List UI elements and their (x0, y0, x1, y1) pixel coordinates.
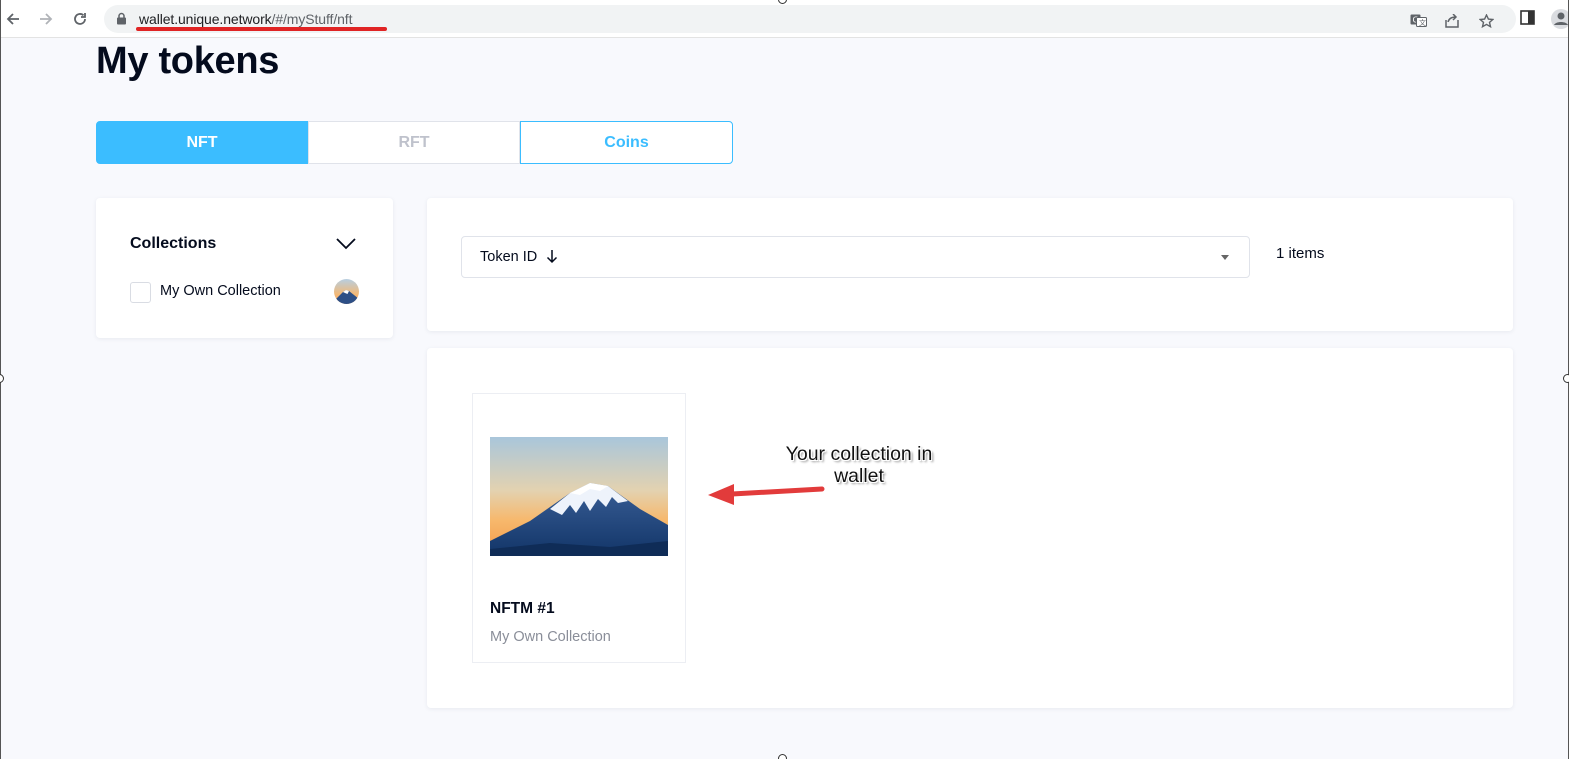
arrow-down-icon (546, 249, 558, 269)
sort-label: Token ID (480, 249, 538, 265)
token-card[interactable]: NFTM #1 My Own Collection (472, 393, 686, 663)
url-path: /#/myStuff/nft (271, 11, 353, 27)
resize-handle-right (1563, 374, 1569, 383)
tab-nft[interactable]: NFT (96, 121, 308, 164)
side-panel-icon[interactable] (1520, 10, 1535, 30)
token-name: NFTM #1 (490, 600, 555, 617)
page-title: My tokens (96, 40, 280, 82)
tab-coins[interactable]: Coins (520, 121, 733, 164)
token-image (490, 437, 668, 556)
url-host: wallet.unique.network (139, 11, 272, 27)
lock-icon[interactable] (116, 12, 127, 30)
profile-icon[interactable] (1550, 8, 1569, 35)
forward-arrow-icon[interactable] (34, 7, 58, 31)
collection-avatar (334, 279, 359, 304)
resize-handle-bottom (778, 754, 787, 759)
tokens-grid: NFTM #1 My Own Collection (427, 348, 1513, 708)
sort-select[interactable]: Token ID (461, 236, 1250, 278)
url-text[interactable]: wallet.unique.network/#/myStuff/nft (139, 11, 352, 27)
resize-handle-left (0, 374, 4, 383)
tab-rft[interactable]: RFT (308, 121, 520, 164)
tokens-toolbar: Token ID 1 items (427, 198, 1513, 331)
token-collection: My Own Collection (490, 629, 611, 645)
svg-text:文: 文 (1419, 18, 1426, 27)
share-icon[interactable] (1444, 13, 1460, 33)
bookmark-star-icon[interactable] (1478, 13, 1495, 33)
collection-checkbox[interactable] (130, 282, 151, 303)
back-arrow-icon[interactable] (1, 7, 25, 31)
collections-panel: Collections My Own Collection (96, 198, 393, 338)
items-count: 1 items (1276, 245, 1325, 262)
translate-icon[interactable]: G文 (1410, 14, 1427, 32)
collections-title: Collections (130, 235, 217, 252)
reload-icon[interactable] (68, 7, 92, 31)
chevron-down-icon[interactable] (336, 237, 356, 255)
annotation-callout: Your collection in wallet (785, 443, 933, 487)
browser-toolbar: wallet.unique.network/#/myStuff/nft G文 (0, 0, 1569, 38)
collection-name[interactable]: My Own Collection (160, 283, 281, 299)
dropdown-caret-icon (1221, 255, 1229, 260)
annotation-underline (136, 27, 387, 31)
token-type-tabs: NFT RFT Coins (96, 121, 733, 164)
